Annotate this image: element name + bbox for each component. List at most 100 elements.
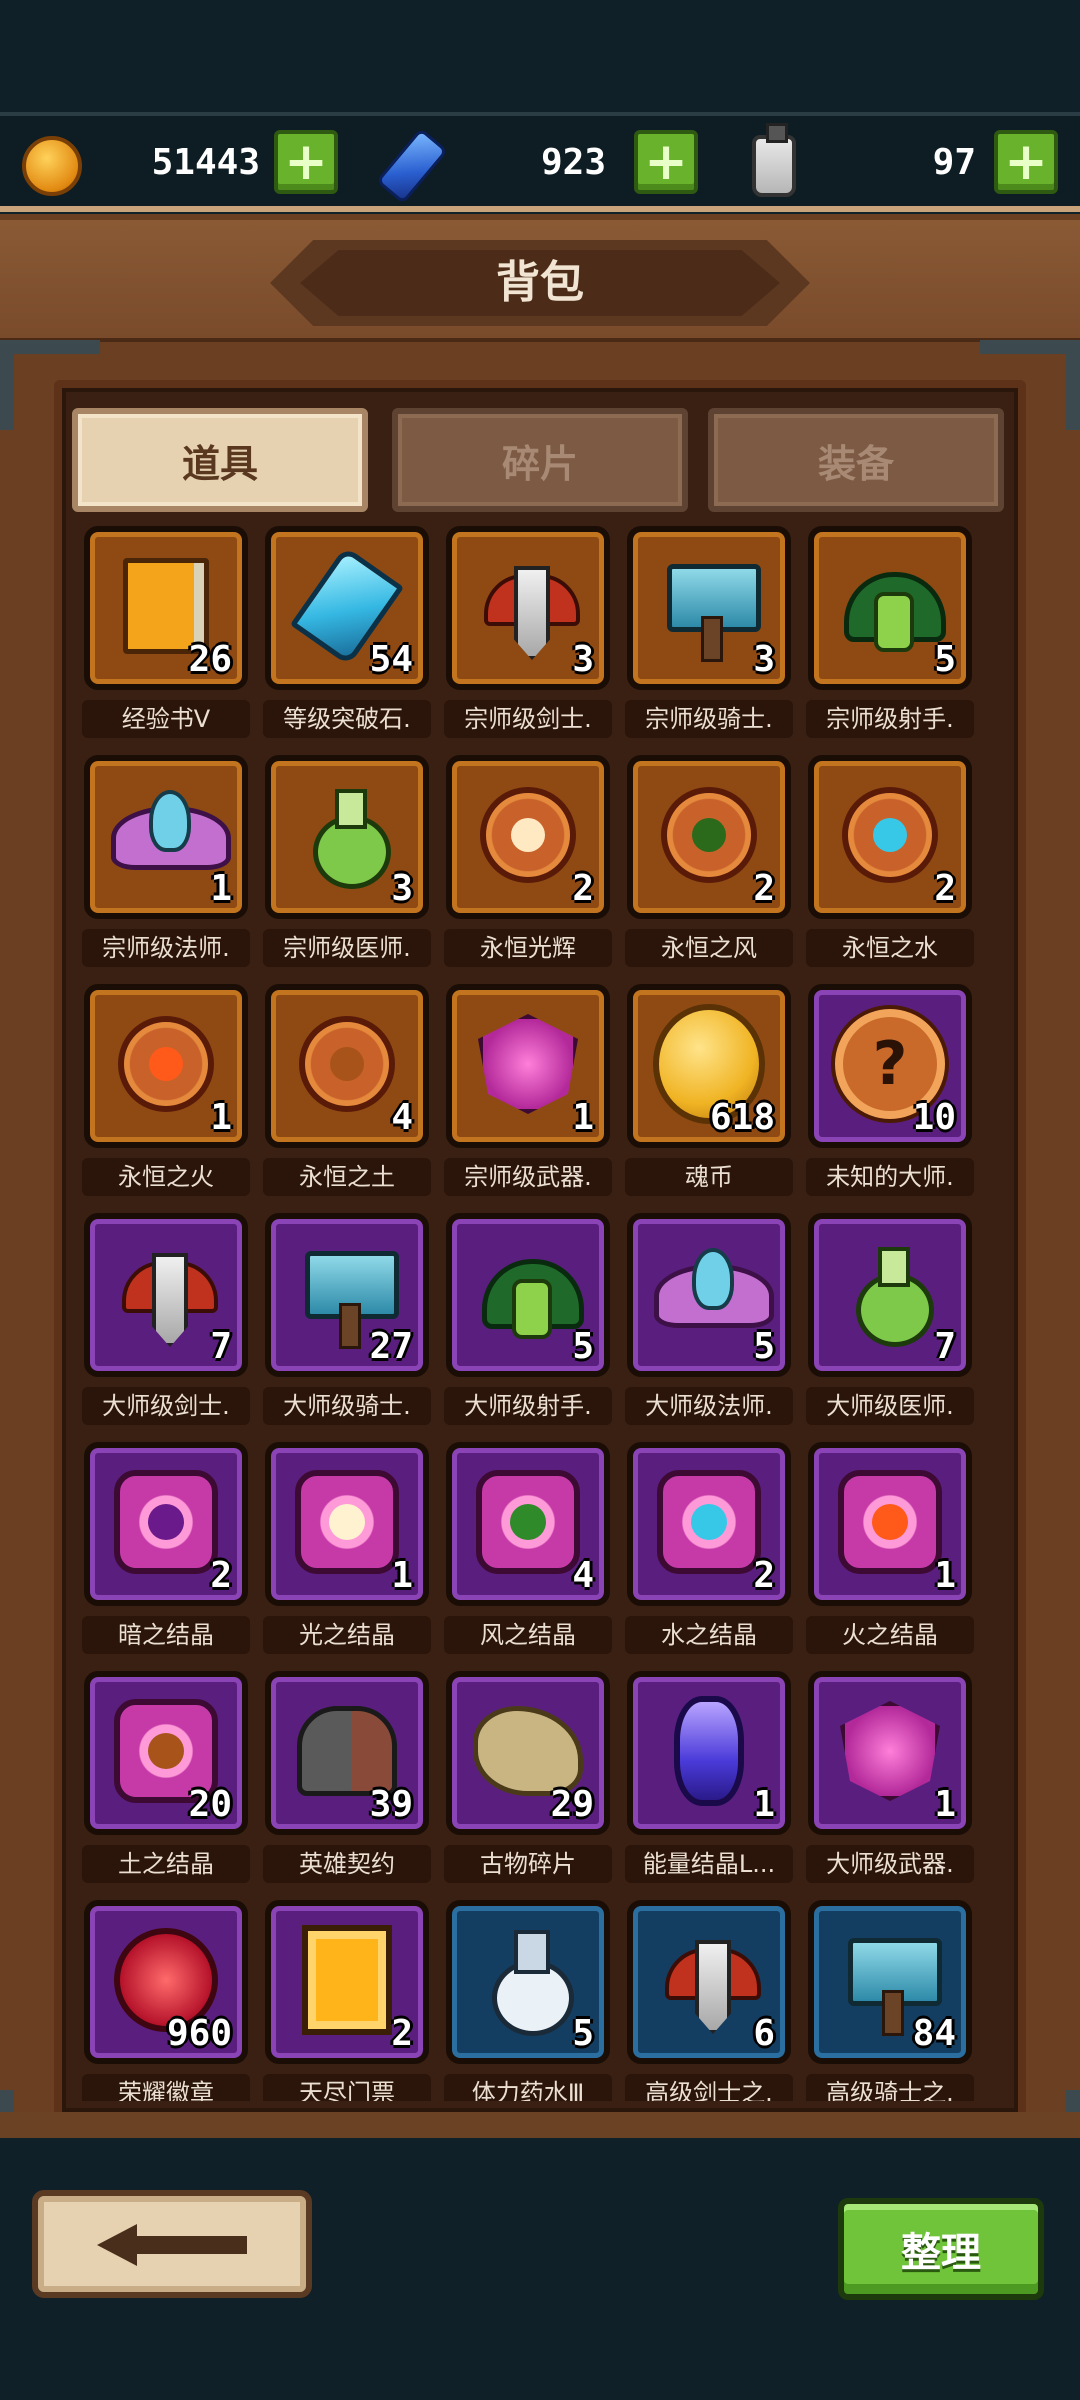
- inventory-item[interactable]: 2 天尽门票: [263, 1900, 431, 2101]
- inventory-item[interactable]: 618 魂币: [625, 984, 793, 1199]
- item-name: 大师级剑士.: [82, 1387, 250, 1425]
- inventory-item[interactable]: 1 宗师级法师.: [82, 755, 250, 970]
- item-name: 宗师级医师.: [263, 929, 431, 967]
- knight-emblem-icon: [653, 550, 765, 662]
- item-name: 水之结晶: [625, 1616, 793, 1654]
- inventory-item[interactable]: 1 能量结晶L...: [625, 1671, 793, 1886]
- inventory-item[interactable]: 1 光之结晶: [263, 1442, 431, 1657]
- item-slot[interactable]: 2: [627, 1442, 791, 1606]
- inventory-item[interactable]: 4 永恒之土: [263, 984, 431, 1199]
- item-slot[interactable]: 1: [265, 1442, 429, 1606]
- item-slot[interactable]: 5: [446, 1213, 610, 1377]
- inventory-item[interactable]: 5 体力药水Ⅲ: [444, 1900, 612, 2101]
- inventory-item[interactable]: 5 大师级射手.: [444, 1213, 612, 1428]
- item-slot[interactable]: 2: [265, 1900, 429, 2064]
- item-count: 3: [753, 639, 775, 680]
- inventory-item[interactable]: 26 经验书Ⅴ: [82, 526, 250, 741]
- inventory-item[interactable]: 3 宗师级骑士.: [625, 526, 793, 741]
- item-slot[interactable]: 2: [808, 755, 972, 919]
- item-slot[interactable]: 2: [84, 1442, 248, 1606]
- inventory-item[interactable]: 7 大师级剑士.: [82, 1213, 250, 1428]
- add-gem-button[interactable]: +: [634, 130, 698, 194]
- item-slot[interactable]: 4: [446, 1442, 610, 1606]
- inventory-item[interactable]: 5 宗师级射手.: [806, 526, 974, 741]
- inventory-item[interactable]: 1 宗师级武器.: [444, 984, 612, 1199]
- back-button[interactable]: [32, 2190, 312, 2298]
- item-count: 20: [188, 1784, 232, 1825]
- swordsman-emblem-icon: [653, 1924, 765, 2036]
- item-count: 2: [391, 2013, 413, 2054]
- inventory-item[interactable]: 7 大师级医师.: [806, 1213, 974, 1428]
- archer-emblem-icon: [472, 1237, 584, 1349]
- item-slot[interactable]: 29: [446, 1671, 610, 1835]
- item-slot[interactable]: 1: [84, 755, 248, 919]
- inventory-item[interactable]: 2 永恒之风: [625, 755, 793, 970]
- item-slot[interactable]: 7: [84, 1213, 248, 1377]
- item-slot[interactable]: 2: [446, 755, 610, 919]
- item-name: 大师级武器.: [806, 1845, 974, 1883]
- ticket-icon: [291, 1924, 403, 2036]
- item-slot[interactable]: 3: [627, 526, 791, 690]
- inventory-item[interactable]: 20 土之结晶: [82, 1671, 250, 1886]
- item-slot[interactable]: 26: [84, 526, 248, 690]
- item-count: 5: [753, 1326, 775, 1367]
- add-gold-button[interactable]: +: [274, 130, 338, 194]
- inventory-item[interactable]: 29 古物碎片: [444, 1671, 612, 1886]
- item-name: 大师级医师.: [806, 1387, 974, 1425]
- item-slot[interactable]: 7: [808, 1213, 972, 1377]
- item-slot[interactable]: 39: [265, 1671, 429, 1835]
- inventory-item[interactable]: 6 高级剑士之.: [625, 1900, 793, 2101]
- item-slot[interactable]: 1: [808, 1442, 972, 1606]
- inventory-item[interactable]: 960 荣耀徽章: [82, 1900, 250, 2101]
- item-slot[interactable]: 6: [627, 1900, 791, 2064]
- item-slot[interactable]: 1: [808, 1671, 972, 1835]
- inventory-item[interactable]: 1 永恒之火: [82, 984, 250, 1199]
- item-slot[interactable]: 27: [265, 1213, 429, 1377]
- item-name: 宗师级骑士.: [625, 700, 793, 738]
- item-slot[interactable]: 1: [446, 984, 610, 1148]
- item-count: 3: [391, 868, 413, 909]
- tab-equipment[interactable]: 装备: [708, 408, 1004, 512]
- inventory-item[interactable]: 2 水之结晶: [625, 1442, 793, 1657]
- inventory-item[interactable]: 27 大师级骑士.: [263, 1213, 431, 1428]
- inventory-item[interactable]: 2 永恒光辉: [444, 755, 612, 970]
- item-slot[interactable]: 1: [627, 1671, 791, 1835]
- archer-emblem-icon: [834, 550, 946, 662]
- item-slot[interactable]: ? 10: [808, 984, 972, 1148]
- item-name: 宗师级剑士.: [444, 700, 612, 738]
- item-slot[interactable]: 4: [265, 984, 429, 1148]
- inventory-item[interactable]: 3 宗师级医师.: [263, 755, 431, 970]
- item-count: 1: [753, 1784, 775, 1825]
- inventory-item[interactable]: 1 大师级武器.: [806, 1671, 974, 1886]
- inventory-item[interactable]: 84 高级骑士之.: [806, 1900, 974, 2101]
- inventory-item[interactable]: 54 等级突破石.: [263, 526, 431, 741]
- tab-fragments[interactable]: 碎片: [392, 408, 688, 512]
- item-count: 39: [369, 1784, 413, 1825]
- sort-button[interactable]: 整理: [838, 2198, 1044, 2300]
- item-slot[interactable]: 3: [265, 755, 429, 919]
- inventory-item[interactable]: ? 10 未知的大师.: [806, 984, 974, 1199]
- item-slot[interactable]: 84: [808, 1900, 972, 2064]
- item-slot[interactable]: 54: [265, 526, 429, 690]
- inventory-item[interactable]: 39 英雄契约: [263, 1671, 431, 1886]
- item-slot[interactable]: 960: [84, 1900, 248, 2064]
- inventory-item[interactable]: 4 风之结晶: [444, 1442, 612, 1657]
- item-slot[interactable]: 20: [84, 1671, 248, 1835]
- item-slot[interactable]: 5: [627, 1213, 791, 1377]
- inventory-item[interactable]: 2 暗之结晶: [82, 1442, 250, 1657]
- item-slot[interactable]: 1: [84, 984, 248, 1148]
- item-slot[interactable]: 3: [446, 526, 610, 690]
- inventory-item[interactable]: 2 永恒之水: [806, 755, 974, 970]
- item-grid[interactable]: 26 经验书Ⅴ 54 等级突破石. 3 宗师级剑士. 3 宗师级骑士. 5 宗师级射手. 1 宗师级法…: [82, 526, 998, 2101]
- item-count: 84: [912, 2013, 956, 2054]
- item-slot[interactable]: 2: [627, 755, 791, 919]
- inventory-item[interactable]: 5 大师级法师.: [625, 1213, 793, 1428]
- tab-items[interactable]: 道具: [72, 408, 368, 512]
- item-slot[interactable]: 5: [808, 526, 972, 690]
- add-stamina-button[interactable]: +: [994, 130, 1058, 194]
- item-slot[interactable]: 618: [627, 984, 791, 1148]
- item-count: 54: [369, 639, 413, 680]
- inventory-item[interactable]: 3 宗师级剑士.: [444, 526, 612, 741]
- item-slot[interactable]: 5: [446, 1900, 610, 2064]
- inventory-item[interactable]: 1 火之结晶: [806, 1442, 974, 1657]
